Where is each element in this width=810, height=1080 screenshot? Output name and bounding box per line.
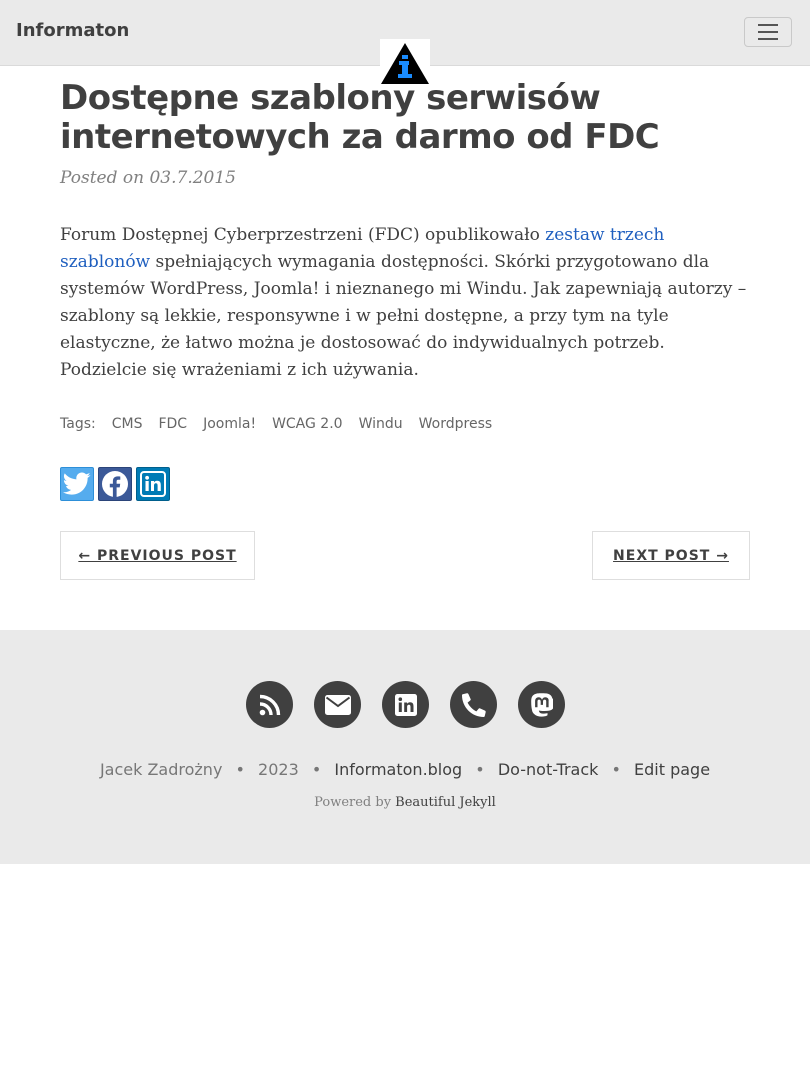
hamburger-icon-line [758, 31, 778, 33]
post-tags: Tags: CMS FDC Joomla! WCAG 2.0 Windu Wor… [60, 416, 492, 432]
powered-by-prefix: Powered by [314, 795, 396, 810]
facebook-icon [102, 471, 128, 497]
post-meta: Posted on 03.7.2015 [60, 168, 236, 188]
tag-link[interactable]: CMS [112, 416, 143, 432]
linkedin-icon [140, 471, 166, 497]
share-linkedin-button[interactable] [136, 467, 170, 501]
footer-dnt-link[interactable]: Do-not-Track [498, 760, 599, 779]
mastodon-icon [530, 692, 553, 717]
next-post-button[interactable]: NEXT POST → [592, 531, 750, 580]
post-body-text-end: spełniających wymagania dostępności. Skó… [60, 252, 747, 380]
share-buttons [60, 467, 170, 501]
footer-year: 2023 [258, 760, 299, 779]
tag-link[interactable]: FDC [158, 416, 187, 432]
post-body-text-start: Forum Dostępnej Cyberprzestrzeni (FDC) o… [60, 225, 546, 245]
beautiful-jekyll-link[interactable]: Beautiful Jekyll [395, 795, 496, 810]
rss-icon [259, 694, 280, 715]
twitter-icon [63, 472, 91, 495]
footer-edit-link[interactable]: Edit page [634, 760, 710, 779]
footer-info: Jacek Zadrożny • 2023 • Informaton.blog … [0, 760, 810, 779]
footer-separator: • [611, 760, 621, 779]
footer-separator: • [311, 760, 322, 779]
rss-link[interactable] [246, 681, 293, 728]
footer-social-links [246, 681, 565, 728]
footer-separator: • [235, 760, 245, 779]
linkedin-link[interactable] [382, 681, 429, 728]
footer-site-link[interactable]: Informaton.blog [334, 760, 462, 779]
tags-label: Tags: [60, 416, 96, 432]
previous-post-button[interactable]: ← PREVIOUS POST [60, 531, 255, 580]
post-title: Dostępne szablony serwisów internetowych… [60, 78, 660, 157]
phone-icon [461, 692, 486, 717]
footer-author: Jacek Zadrożny [99, 760, 223, 779]
tag-link[interactable]: WCAG 2.0 [272, 416, 343, 432]
envelope-icon [324, 694, 351, 715]
share-twitter-button[interactable] [60, 467, 94, 501]
menu-toggle-button[interactable] [744, 17, 792, 47]
footer-separator: • [475, 760, 485, 779]
brand-link[interactable]: Informaton [16, 20, 129, 41]
tag-link[interactable]: Windu [359, 416, 403, 432]
linkedin-icon [394, 693, 417, 716]
phone-link[interactable] [450, 681, 497, 728]
post-body: Forum Dostępnej Cyberprzestrzeni (FDC) o… [60, 222, 750, 384]
page-footer: Jacek Zadrożny • 2023 • Informaton.blog … [0, 630, 810, 864]
email-link[interactable] [314, 681, 361, 728]
powered-by: Powered by Beautiful Jekyll [0, 795, 810, 810]
hamburger-icon [758, 24, 778, 26]
tag-link[interactable]: Wordpress [419, 416, 493, 432]
tag-link[interactable]: Joomla! [203, 416, 256, 432]
share-facebook-button[interactable] [98, 467, 132, 501]
hamburger-icon-line [758, 38, 778, 40]
mastodon-link[interactable] [518, 681, 565, 728]
